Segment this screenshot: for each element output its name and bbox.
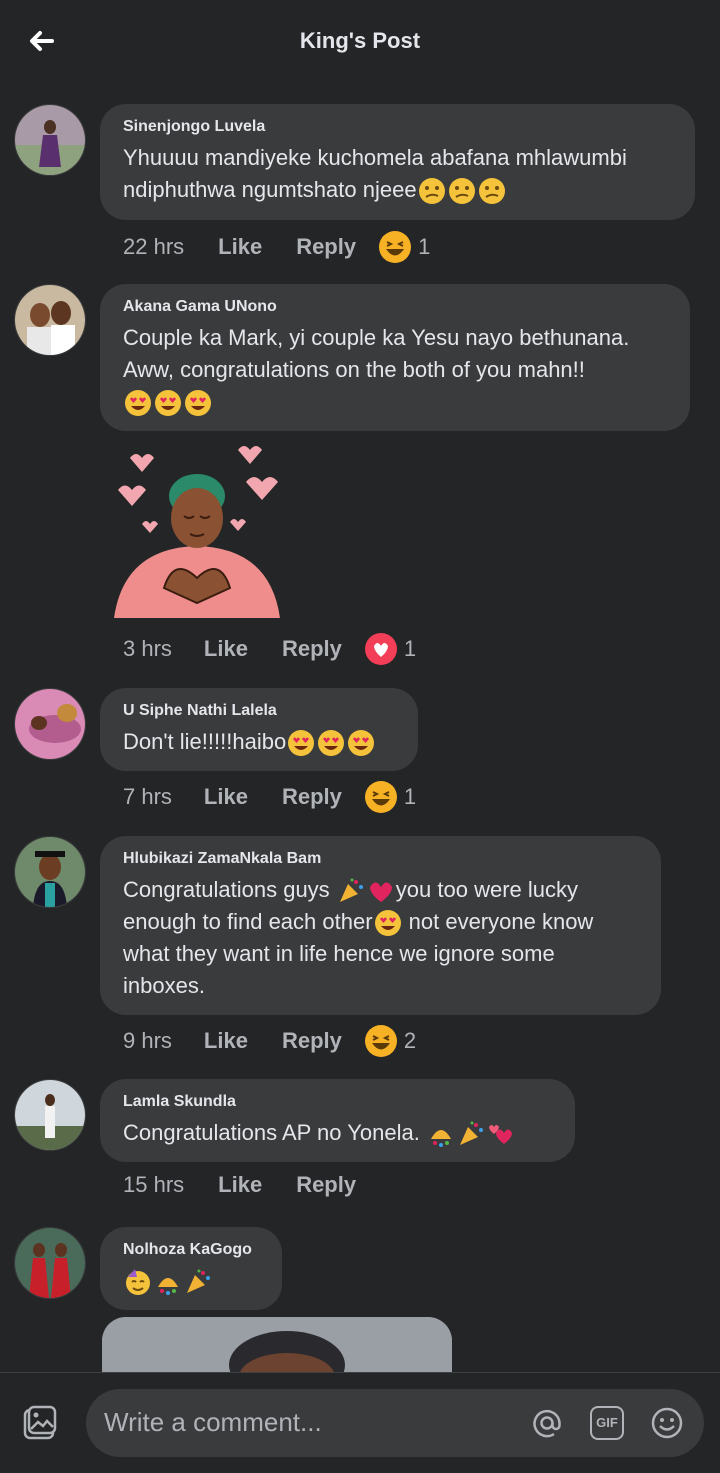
- haha-reaction-icon[interactable]: [364, 1024, 398, 1058]
- heart-eyes-icon: [125, 390, 151, 417]
- gif-label: GIF: [596, 1415, 618, 1430]
- emoji-icon[interactable]: [650, 1406, 684, 1440]
- comment-text: Congratulations guys you too were lucky e…: [123, 877, 594, 999]
- commenter-name[interactable]: Sinenjongo Luvela: [123, 118, 673, 136]
- avatar[interactable]: [14, 836, 86, 908]
- confetti-ball-icon: [430, 1130, 451, 1148]
- gif-icon[interactable]: GIF: [590, 1406, 624, 1440]
- commenter-name[interactable]: Nolhoza KaGogo: [123, 1241, 260, 1259]
- party-popper-icon: [339, 878, 363, 903]
- avatar[interactable]: [14, 1079, 86, 1151]
- reaction-count[interactable]: 1: [404, 784, 416, 810]
- reaction-count[interactable]: 1: [404, 636, 416, 662]
- page-title: King's Post: [299, 28, 421, 53]
- top-bar: King's Post: [0, 0, 720, 84]
- comment-bubble[interactable]: Hlubikazi ZamaNkala Bam Congratulations …: [100, 836, 661, 1015]
- reply-button[interactable]: Reply: [282, 636, 342, 662]
- timestamp[interactable]: 7 hrs: [123, 784, 172, 810]
- comment-composer: Write a comment... GIF: [0, 1372, 720, 1473]
- comment-text: Couple ka Mark, yi couple ka Yesu nayo b…: [123, 322, 668, 418]
- red-heart-icon: [369, 882, 392, 903]
- mention-icon[interactable]: [530, 1406, 564, 1440]
- heart-eyes-icon: [185, 390, 211, 417]
- avatar[interactable]: [14, 284, 86, 356]
- heart-hands-sticker[interactable]: [104, 438, 290, 624]
- comment-bubble[interactable]: Akana Gama UNono Couple ka Mark, yi coup…: [100, 284, 690, 431]
- comment-text: Congratulations AP no Yonela.: [123, 1117, 553, 1149]
- heart-eyes-icon: [318, 730, 345, 757]
- comment-bubble[interactable]: Sinenjongo Luvela Yhuuuu mandiyeke kucho…: [100, 104, 695, 220]
- commenter-name[interactable]: U Siphe Nathi Lalela: [123, 702, 396, 720]
- party-popper-icon: [459, 1121, 483, 1146]
- confused-face-icon: [418, 178, 445, 205]
- commenter-name[interactable]: Hlubikazi ZamaNkala Bam: [123, 850, 639, 868]
- confused-face-icon: [448, 178, 475, 205]
- comment-actions: 3 hrs Like Reply 1: [123, 632, 416, 666]
- like-button[interactable]: Like: [204, 784, 248, 810]
- confetti-ball-icon: [158, 1278, 178, 1296]
- heart-eyes-icon: [374, 910, 401, 937]
- like-button[interactable]: Like: [218, 234, 262, 260]
- timestamp[interactable]: 22 hrs: [123, 234, 184, 260]
- reaction-count[interactable]: 2: [404, 1028, 416, 1054]
- reply-button[interactable]: Reply: [296, 1172, 356, 1198]
- comment-actions: 7 hrs Like Reply 1: [123, 780, 416, 814]
- avatar[interactable]: [14, 1227, 86, 1299]
- commenter-name[interactable]: Lamla Skundla: [123, 1093, 553, 1111]
- photo-icon[interactable]: [22, 1405, 58, 1441]
- reply-button[interactable]: Reply: [282, 784, 342, 810]
- comment-placeholder[interactable]: Write a comment...: [104, 1407, 322, 1438]
- haha-reaction-icon[interactable]: [378, 230, 412, 264]
- comment-actions: 9 hrs Like Reply 2: [123, 1024, 416, 1058]
- comment-text: Yhuuuu mandiyeke kuchomela abafana mhlaw…: [123, 142, 673, 206]
- reply-button[interactable]: Reply: [282, 1028, 342, 1054]
- comment-bubble[interactable]: Lamla Skundla Congratulations AP no Yone…: [100, 1079, 575, 1162]
- like-button[interactable]: Like: [204, 636, 248, 662]
- heart-eyes-icon: [348, 730, 375, 757]
- comment-input[interactable]: Write a comment... GIF: [86, 1389, 704, 1457]
- party-popper-icon: [187, 1269, 210, 1294]
- partying-face-icon: [126, 1269, 150, 1296]
- like-button[interactable]: Like: [204, 1028, 248, 1054]
- heart-eyes-icon: [288, 730, 315, 757]
- attached-photo[interactable]: [102, 1317, 452, 1373]
- comment-actions: 22 hrs Like Reply 1: [123, 230, 430, 264]
- commenter-name[interactable]: Akana Gama UNono: [123, 298, 668, 316]
- comment-bubble[interactable]: U Siphe Nathi Lalela Don't lie!!!!!haibo: [100, 688, 418, 771]
- avatar[interactable]: [14, 688, 86, 760]
- confused-face-icon: [478, 178, 505, 205]
- reaction-count[interactable]: 1: [418, 234, 430, 260]
- comment-bubble[interactable]: Nolhoza KaGogo: [100, 1227, 282, 1310]
- timestamp[interactable]: 15 hrs: [123, 1172, 184, 1198]
- two-hearts-icon: [488, 1125, 512, 1145]
- avatar[interactable]: [14, 104, 86, 176]
- heart-eyes-icon: [155, 390, 181, 417]
- reply-button[interactable]: Reply: [296, 234, 356, 260]
- timestamp[interactable]: 9 hrs: [123, 1028, 172, 1054]
- comment-actions: 15 hrs Like Reply: [123, 1172, 378, 1198]
- love-reaction-icon[interactable]: [364, 632, 398, 666]
- comment-text: Don't lie!!!!!haibo: [123, 726, 396, 758]
- comment-text: [123, 1265, 260, 1297]
- like-button[interactable]: Like: [218, 1172, 262, 1198]
- timestamp[interactable]: 3 hrs: [123, 636, 172, 662]
- haha-reaction-icon[interactable]: [364, 780, 398, 814]
